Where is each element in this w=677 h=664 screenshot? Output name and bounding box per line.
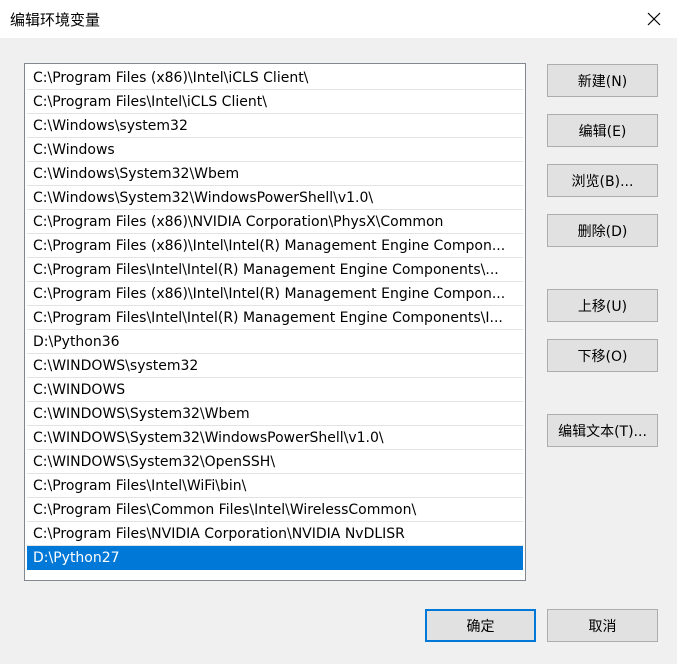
path-list-item[interactable]: C:\Windows\System32\Wbem (27, 162, 523, 186)
path-list-item[interactable]: C:\Program Files\NVIDIA Corporation\NVID… (27, 522, 523, 546)
path-list-items: C:\Program Files (x86)\Intel\iCLS Client… (27, 66, 523, 570)
path-list-item[interactable]: D:\Python36 (27, 330, 523, 354)
delete-button[interactable]: 删除(D) (547, 214, 658, 247)
edit-button[interactable]: 编辑(E) (547, 114, 658, 147)
path-list-item[interactable]: C:\Windows\system32 (27, 114, 523, 138)
path-list-item[interactable]: C:\WINDOWS\System32\Wbem (27, 402, 523, 426)
path-list-item[interactable]: C:\Windows\System32\WindowsPowerShell\v1… (27, 186, 523, 210)
path-list[interactable]: C:\Program Files (x86)\Intel\iCLS Client… (24, 63, 526, 581)
path-list-item[interactable]: C:\Program Files\Intel\Intel(R) Manageme… (27, 258, 523, 282)
title-bar: 编辑环境变量 (0, 0, 677, 38)
path-list-item[interactable]: D:\Python27 (27, 546, 523, 570)
path-list-item[interactable]: C:\Windows (27, 138, 523, 162)
path-list-item[interactable]: C:\WINDOWS\System32\OpenSSH\ (27, 450, 523, 474)
path-list-item[interactable]: C:\Program Files\Intel\iCLS Client\ (27, 90, 523, 114)
path-list-item[interactable]: C:\Program Files\Intel\WiFi\bin\ (27, 474, 523, 498)
close-button[interactable] (631, 0, 677, 38)
move-up-button[interactable]: 上移(U) (547, 289, 658, 322)
path-list-item[interactable]: C:\WINDOWS (27, 378, 523, 402)
browse-button[interactable]: 浏览(B)... (547, 164, 658, 197)
path-list-item[interactable]: C:\Program Files (x86)\Intel\Intel(R) Ma… (27, 282, 523, 306)
ok-button[interactable]: 确定 (425, 609, 536, 642)
new-button[interactable]: 新建(N) (547, 64, 658, 97)
path-list-item[interactable]: C:\Program Files (x86)\Intel\Intel(R) Ma… (27, 234, 523, 258)
path-list-item[interactable]: C:\WINDOWS\system32 (27, 354, 523, 378)
window-title: 编辑环境变量 (10, 11, 101, 29)
close-icon (647, 12, 661, 26)
path-list-item[interactable]: C:\Program Files (x86)\Intel\iCLS Client… (27, 66, 523, 90)
path-list-item[interactable]: C:\Program Files\Intel\Intel(R) Manageme… (27, 306, 523, 330)
path-list-item[interactable]: C:\Program Files\Common Files\Intel\Wire… (27, 498, 523, 522)
move-down-button[interactable]: 下移(O) (547, 339, 658, 372)
edit-text-button[interactable]: 编辑文本(T)... (547, 414, 658, 447)
cancel-button[interactable]: 取消 (547, 609, 658, 642)
path-list-item[interactable]: C:\Program Files (x86)\NVIDIA Corporatio… (27, 210, 523, 234)
path-list-item[interactable]: C:\WINDOWS\System32\WindowsPowerShell\v1… (27, 426, 523, 450)
